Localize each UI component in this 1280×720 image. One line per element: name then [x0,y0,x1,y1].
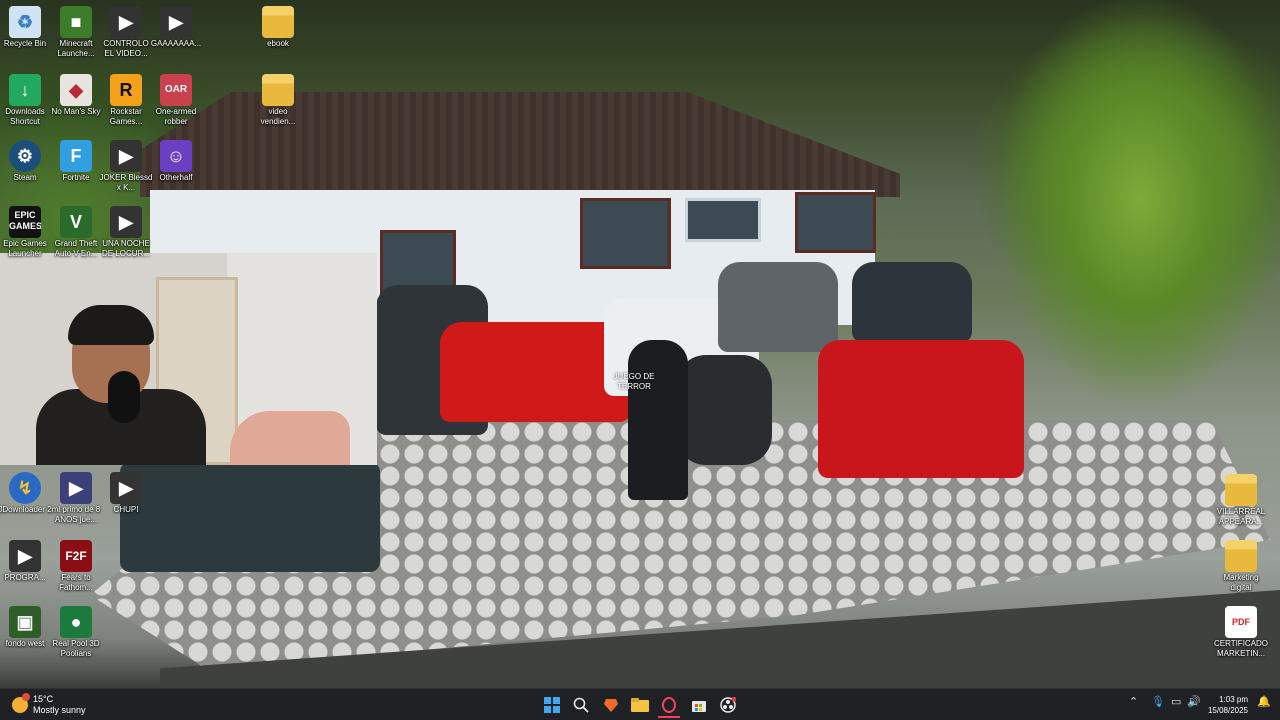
fortnite-icon: F [60,140,92,172]
no-mans-sky-icon: ◆ [60,74,92,106]
search-icon [573,697,589,713]
video-file-icon: ▶ [60,472,92,504]
desktop-icon-downloads[interactable]: ↓ Downloads Shortcut [0,74,53,127]
gta-icon: V [60,206,92,238]
microsoft-store-button[interactable] [688,694,710,716]
microsoft-store-icon [692,701,706,712]
video-file-icon: ▶ [110,6,142,38]
video-file-icon: ▶ [110,472,142,504]
brave-browser-button[interactable] [600,694,622,716]
desktop-icon-steam[interactable]: ⚙ Steam [0,140,53,183]
opera-gx-icon [662,697,676,713]
desktop-icon-fortnite[interactable]: F Fortnite [48,140,104,183]
file-explorer-button[interactable] [629,694,651,716]
taskbar: 15°C Mostly sunny ⌃ 🎙 ▭ 🔊 1:03 pm 15/08/… [0,688,1280,720]
folder-icon [1225,474,1257,506]
obs-icon [720,697,736,713]
clock-date: 15/08/2025 [1207,706,1248,715]
desktop-icon-villarreal[interactable]: VILLARREAL APPEARA... [1213,474,1269,527]
downloads-icon: ↓ [9,74,41,106]
search-button[interactable] [570,694,592,716]
image-file-icon: ▣ [9,606,41,638]
desktop-icon-certificado[interactable]: PDF CERTIFICADO MARKETIN... [1213,606,1269,659]
desktop-icon-gaaaa[interactable]: ▶ GAAAAAAA... [148,6,204,49]
wallpaper-window [685,198,761,242]
desktop-icon-recycle-bin[interactable]: ♻ Recycle Bin [0,6,53,49]
desktop-icon-video-vendien[interactable]: video vendien... [250,74,306,127]
video-file-icon: ▶ [9,540,41,572]
video-file-icon: ▶ [160,6,192,38]
webcam-overlay [0,253,377,465]
desktop-icon-marketing-digital[interactable]: Marketing digital [1213,540,1269,593]
wallpaper-mustang [818,340,1024,478]
webcam-person-hair [68,305,154,345]
opera-gx-button[interactable] [658,694,680,718]
one-armed-robber-icon: OAR [160,74,192,106]
wallpaper-red-car [440,322,630,422]
desktop-icon-minecraft[interactable]: ■ Minecraft Launche... [48,6,104,59]
otherhalf-icon: ☺ [160,140,192,172]
wallpaper-window [795,192,876,253]
desktop-icon-controlo-video[interactable]: ▶ CONTROLO EL VIDEO... [98,6,154,59]
epic-games-icon: EPIC GAMES [9,206,41,238]
fears-to-fathom-icon: F2F [60,540,92,572]
desktop-icon-mi-primo[interactable]: ▶ mi primo de 8 AÑOS jue... [48,472,104,525]
windows-start-icon [544,697,560,713]
desktop-icon-real-pool[interactable]: ● Real Pool 3D Poolians [48,606,104,659]
minecraft-icon: ■ [60,6,92,38]
desktop-icon-rockstar[interactable]: R Rockstar Games... [98,74,154,127]
desktop-icon-gta[interactable]: V Grand Theft Auto V En... [48,206,104,259]
desktop-icon-ebook[interactable]: ebook [250,6,306,49]
wallpaper-window [580,198,671,269]
video-file-icon: ▶ [110,140,142,172]
recycle-bin-icon: ♻ [9,6,41,38]
chevron-up-icon[interactable]: ⌃ [1129,695,1138,708]
brave-browser-icon [604,699,618,712]
desktop-icon-otherhalf[interactable]: ☺ Otherhalf [148,140,204,183]
obs-button[interactable] [717,694,739,716]
desktop-icon-una-noche[interactable]: ▶ UNA NOCHE DE LOCUR... [98,206,154,259]
jdownloader-icon: ↯ [9,472,41,504]
weather-widget[interactable]: 15°C Mostly sunny [12,693,86,717]
desktop-icon-progra[interactable]: ▶ PROGRA... [0,540,53,583]
wallpaper-trike [676,355,772,465]
desktop-icon-fondo-west[interactable]: ▣ fondo west [0,606,53,649]
desktop-icon-fears-to-fathom[interactable]: F2F Fears to Fathom... [48,540,104,593]
microphone-icon[interactable]: 🎙 [1151,695,1165,708]
file-explorer-icon [631,698,649,712]
desktop-icon-epic-games[interactable]: EPIC GAMES Epic Games Launcher [0,206,53,259]
rockstar-icon: R [110,74,142,106]
sun-icon [12,693,30,713]
weather-desc: Mostly sunny [33,705,86,715]
folder-icon [1225,540,1257,572]
notification-badge [22,693,30,701]
desktop-icon-jdownloader[interactable]: ↯ JDownloader 2 [0,472,53,515]
desktop-icon-joker[interactable]: ▶ JOKER Blessd x K... [98,140,154,193]
webcam-leg [230,411,350,465]
network-icon[interactable]: ▭ [1171,695,1181,708]
desktop[interactable]: JUEGO DE TERROR ♻ Recycle Bin ↓ Download… [0,0,1280,688]
wallpaper-dark-suv [120,462,380,572]
folder-icon [262,74,294,106]
folder-icon [262,6,294,38]
steam-icon: ⚙ [9,140,41,172]
wallpaper-truck [718,262,838,352]
desktop-icon-one-armed-robber[interactable]: OAR One-armed robber [148,74,204,127]
clock[interactable]: 1:03 pm 15/08/2025 [1208,694,1248,716]
wallpaper-suv [852,262,972,342]
notification-bell-icon[interactable]: 🔔 [1257,695,1271,708]
juego-de-terror-label: JUEGO DE TERROR [613,372,655,391]
clock-time: 1:03 pm [1219,695,1248,704]
weather-temp: 15°C [33,694,54,704]
wallpaper-person [628,340,688,500]
pdf-icon: PDF [1225,606,1257,638]
volume-icon[interactable]: 🔊 [1187,695,1201,708]
microphone [108,371,140,423]
desktop-icon-chupi[interactable]: ▶ CHUPI [98,472,154,515]
real-pool-icon: ● [60,606,92,638]
video-file-icon: ▶ [110,206,142,238]
start-button[interactable] [541,694,563,716]
desktop-icon-no-mans-sky[interactable]: ◆ No Man's Sky [48,74,104,117]
